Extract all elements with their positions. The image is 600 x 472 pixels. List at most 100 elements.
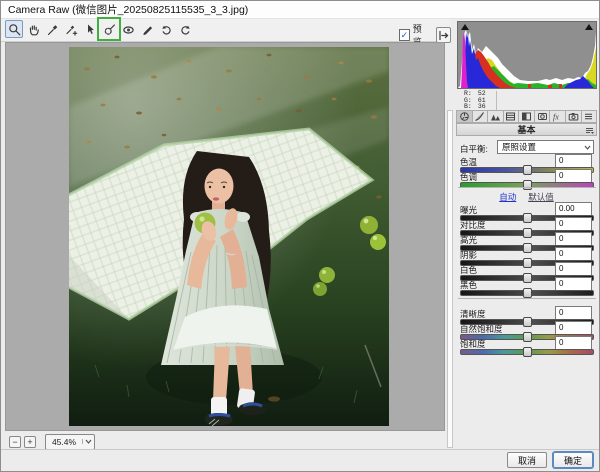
default-link[interactable]: 默认值 xyxy=(528,192,554,202)
histogram[interactable] xyxy=(457,21,597,89)
rotate-left-button[interactable] xyxy=(157,20,175,38)
whites-input[interactable]: 0 xyxy=(555,262,592,276)
histogram-plot xyxy=(458,24,596,88)
tab-presets[interactable] xyxy=(581,110,598,123)
blacks-input[interactable]: 0 xyxy=(555,277,592,291)
hsl-icon xyxy=(505,111,516,122)
saturation-slider[interactable] xyxy=(460,349,594,355)
red-eye-tool[interactable] xyxy=(119,20,137,38)
white-balance-select[interactable]: 原照设置 xyxy=(497,140,594,154)
tab-effects[interactable]: fx xyxy=(549,110,565,123)
zoom-in-button[interactable]: + xyxy=(24,436,36,448)
eye-icon xyxy=(122,23,135,36)
clarity-input[interactable]: 0 xyxy=(555,306,592,320)
tab-lens-corrections[interactable] xyxy=(534,110,550,123)
svg-text:fx: fx xyxy=(553,113,559,122)
temperature-input[interactable]: 0 xyxy=(555,154,592,168)
exposure-input[interactable]: 0.00 xyxy=(555,202,592,216)
split-toning-icon xyxy=(521,111,532,122)
vibrance-row: 自然饱和度 0 xyxy=(460,321,594,335)
highlights-input[interactable]: 0 xyxy=(555,232,592,246)
cancel-button[interactable]: 取消 xyxy=(507,452,547,468)
panel-menu-icon[interactable] xyxy=(585,126,594,138)
clarity-row: 清晰度 0 xyxy=(460,306,594,320)
white-balance-tool[interactable] xyxy=(43,20,61,38)
saturation-input[interactable]: 0 xyxy=(555,336,592,350)
highlights-row: 高光 0 xyxy=(460,232,594,246)
targeted-adjustment-tool[interactable] xyxy=(81,20,99,38)
adjustment-brush-tool[interactable] xyxy=(138,20,156,38)
spot-removal-tool[interactable] xyxy=(100,20,118,38)
sharpen-icon xyxy=(490,111,501,122)
white-balance-value: 原照设置 xyxy=(498,141,581,153)
window-title: Camera Raw (微信图片_20250825115535_3_3.jpg) xyxy=(8,4,248,16)
shadows-input[interactable]: 0 xyxy=(555,247,592,261)
contrast-input[interactable]: 0 xyxy=(555,217,592,231)
temperature-row: 色温 0 xyxy=(460,154,594,168)
fullscreen-toggle-button[interactable] xyxy=(436,27,451,43)
slider-thumb[interactable] xyxy=(523,288,532,298)
zoom-bar: − + 45.4% xyxy=(5,433,445,450)
exposure-row: 曝光 0.00 xyxy=(460,202,594,216)
color-sampler-icon xyxy=(65,23,78,36)
tool-group xyxy=(5,20,195,38)
title-bar: Camera Raw (微信图片_20250825115535_3_3.jpg) xyxy=(1,1,599,19)
curve-icon xyxy=(474,111,485,122)
list-icon xyxy=(583,111,594,122)
rotate-right-button[interactable] xyxy=(176,20,194,38)
vibrance-input[interactable]: 0 xyxy=(555,321,592,335)
fx-icon: fx xyxy=(552,111,563,122)
rotate-left-icon xyxy=(160,23,173,36)
target-cursor-icon xyxy=(84,23,97,36)
saturation-row: 饱和度 0 xyxy=(460,336,594,350)
white-balance-row: 白平衡: 原照设置 xyxy=(460,140,594,155)
image-preview-area[interactable] xyxy=(5,42,445,431)
rotate-right-icon xyxy=(179,23,192,36)
checkbox-check-icon: ✓ xyxy=(399,29,410,41)
hand-icon xyxy=(27,23,40,36)
fullscreen-icon xyxy=(438,30,449,41)
auto-link[interactable]: 自动 xyxy=(499,192,516,202)
magnifier-icon xyxy=(8,23,21,36)
divider xyxy=(458,298,596,299)
tab-hsl-grayscale[interactable] xyxy=(503,110,519,123)
tab-basic[interactable] xyxy=(456,110,472,123)
tint-input[interactable]: 0 xyxy=(555,169,592,183)
tint-row: 色调 0 xyxy=(460,169,594,183)
chevron-down-icon xyxy=(581,145,593,150)
whites-row: 白色 0 xyxy=(460,262,594,276)
shadows-row: 阴影 0 xyxy=(460,247,594,261)
camera-icon xyxy=(568,111,579,122)
zoom-level-select[interactable]: 45.4% xyxy=(45,434,95,450)
zoom-out-button[interactable]: − xyxy=(9,436,21,448)
panel-header: 基本 xyxy=(456,123,597,136)
tab-detail[interactable] xyxy=(487,110,503,123)
eyedropper-icon xyxy=(46,23,59,36)
tab-camera-calibration[interactable] xyxy=(565,110,581,123)
blacks-row: 黑色 0 xyxy=(460,277,594,291)
color-sampler-tool[interactable] xyxy=(62,20,80,38)
zoom-level-value: 45.4% xyxy=(46,437,82,447)
aperture-icon xyxy=(459,111,470,122)
divider xyxy=(458,187,596,188)
slider-thumb[interactable] xyxy=(523,180,532,190)
spot-removal-icon xyxy=(103,23,116,36)
toolbar: ✓ 预览 xyxy=(1,19,451,42)
panel-title: 基本 xyxy=(517,125,535,135)
photo-canvas xyxy=(69,47,389,426)
tab-tone-curve[interactable] xyxy=(472,110,488,123)
hand-tool[interactable] xyxy=(24,20,42,38)
ok-button[interactable]: 确定 xyxy=(553,452,593,468)
zoom-tool[interactable] xyxy=(5,20,23,38)
lens-icon xyxy=(537,111,548,122)
blacks-slider[interactable] xyxy=(460,290,594,296)
panel-scrollbar[interactable] xyxy=(447,110,453,448)
tab-split-toning[interactable] xyxy=(518,110,534,123)
chevron-down-icon xyxy=(82,439,94,444)
rgb-readout: R:52 G:61 B:36 xyxy=(457,91,497,111)
footer-divider xyxy=(1,449,599,450)
panel-tabbar: fx xyxy=(456,110,597,124)
brush-icon xyxy=(141,23,154,36)
contrast-row: 对比度 0 xyxy=(460,217,594,231)
slider-thumb[interactable] xyxy=(523,347,532,357)
